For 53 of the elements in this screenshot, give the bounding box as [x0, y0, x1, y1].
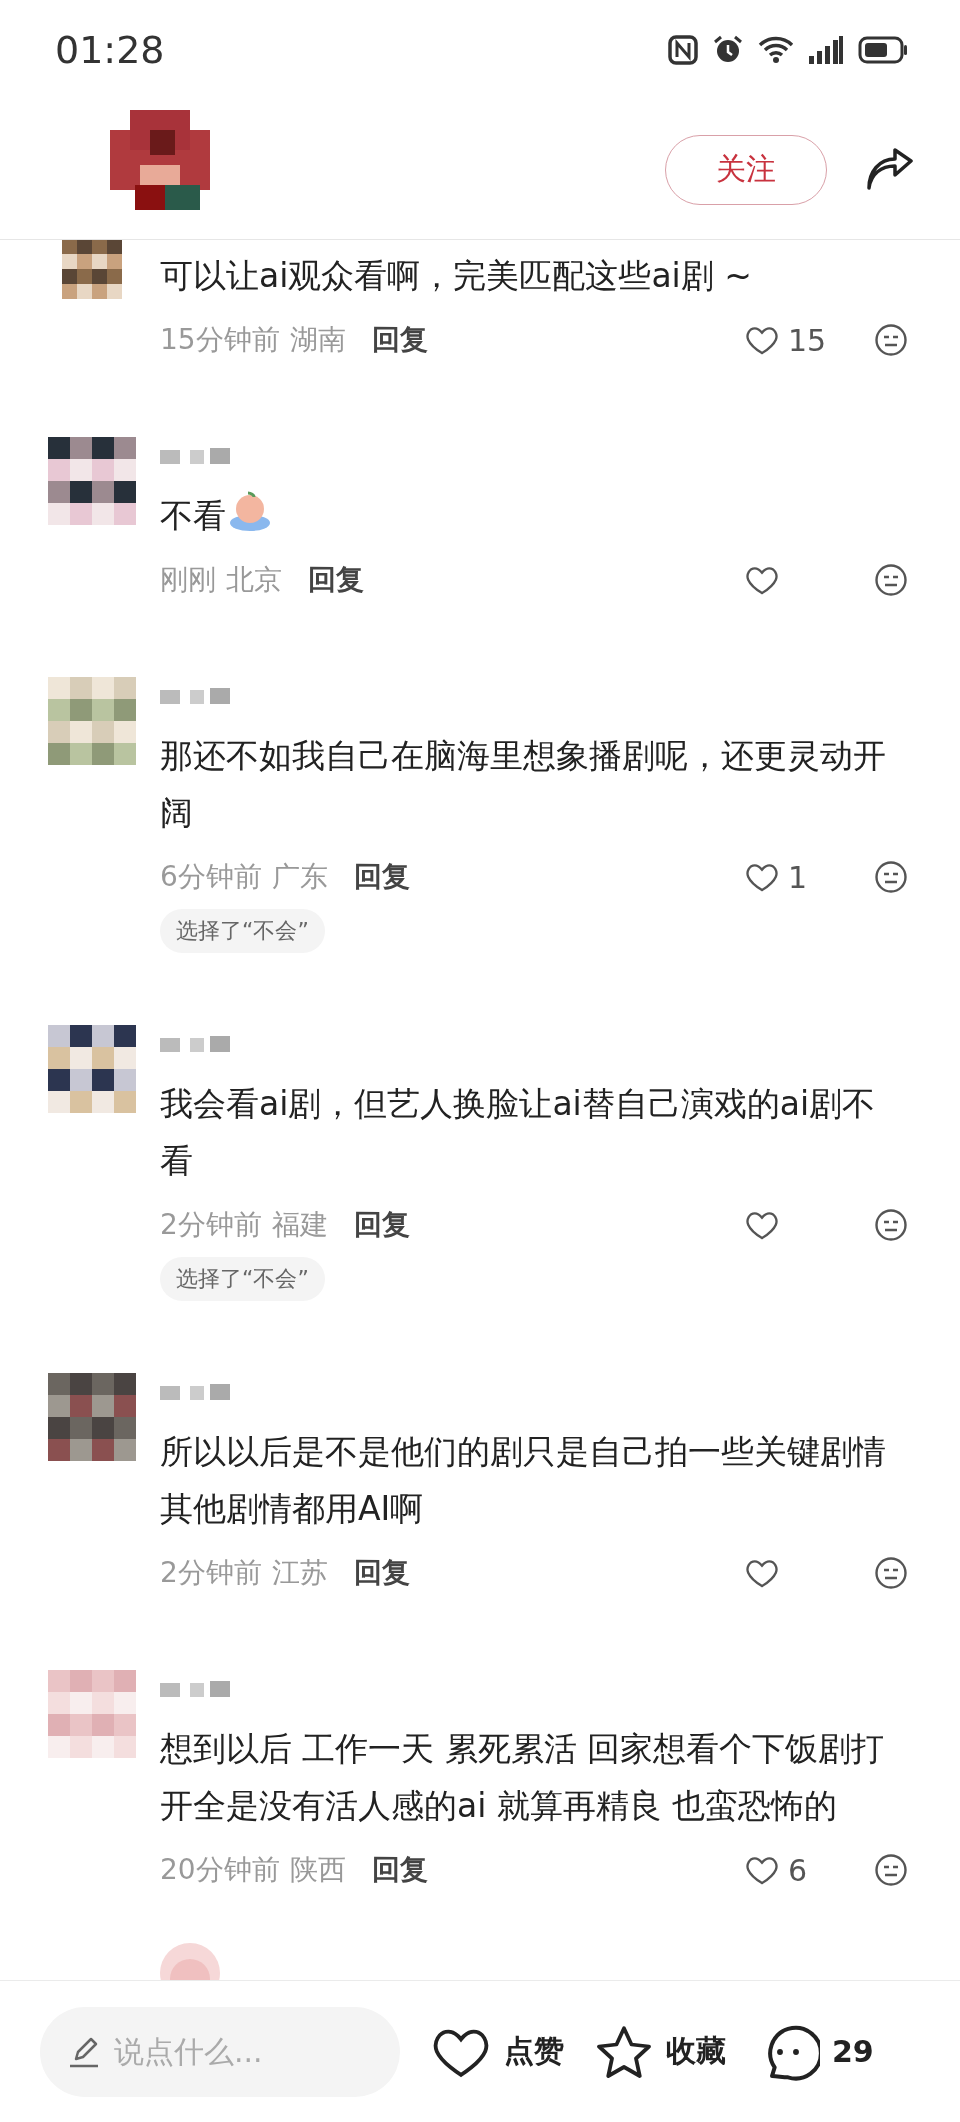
comment-time: 6分钟前: [160, 859, 262, 895]
comment-text: 不看: [160, 496, 226, 535]
reply-link[interactable]: 回复: [308, 561, 364, 599]
comment-text: 可以让ai观众看啊，完美匹配这些ai剧 ~: [160, 256, 752, 295]
neutral-face-icon[interactable]: [874, 1208, 908, 1242]
comment-text: 所以以后是不是他们的剧只是自己拍一些关键剧情其他剧情都用AI啊: [160, 1432, 886, 1528]
reply-link[interactable]: 回复: [371, 321, 428, 359]
comment-time: 2分钟前: [160, 1207, 262, 1243]
comment-region: 福建: [271, 1207, 328, 1243]
comment-region: 湖南: [289, 322, 346, 358]
neutral-face-icon[interactable]: [874, 860, 908, 894]
neutral-face-icon[interactable]: [874, 323, 908, 357]
comment-region: 江苏: [271, 1555, 328, 1591]
comment-region: 陕西: [289, 1852, 346, 1888]
comment-region: 北京: [226, 562, 282, 598]
like-icon[interactable]: [744, 861, 780, 893]
reply-link[interactable]: 回复: [353, 1554, 410, 1592]
sticker-icon: [228, 489, 272, 533]
reply-link[interactable]: 回复: [371, 1851, 428, 1889]
like-count: 6: [788, 1852, 808, 1888]
comment-text: 想到以后 工作一天 累死累活 回家想看个下饭剧打开全是没有活人感的ai 就算再精良 也蛮恐怖的: [160, 1729, 885, 1825]
status-time: 01:28: [55, 28, 165, 72]
reply-link[interactable]: 回复: [353, 1206, 410, 1244]
like-count: 15: [788, 322, 827, 358]
comments-button[interactable]: 29: [756, 2019, 874, 2084]
like-icon[interactable]: [744, 1557, 780, 1589]
comment-time: 20分钟前: [160, 1852, 280, 1888]
nfc-icon: [668, 35, 698, 65]
follow-button[interactable]: 关注: [665, 134, 827, 205]
vote-tag: 选择了“不会”: [160, 909, 325, 953]
comment-text: 我会看ai剧，但艺人换脸让ai替自己演戏的ai剧不看: [160, 1084, 876, 1180]
neutral-face-icon[interactable]: [874, 1556, 908, 1590]
comment-input[interactable]: 说点什么...: [40, 2006, 400, 2097]
reply-link[interactable]: 回复: [353, 858, 410, 896]
vote-tag: 选择了“不会”: [160, 1257, 325, 1301]
comment-region: 广东: [271, 859, 328, 895]
battery-icon: [858, 36, 908, 64]
neutral-face-icon[interactable]: [874, 1853, 908, 1887]
like-button[interactable]: 点赞: [430, 2023, 564, 2080]
share-icon[interactable]: [865, 147, 915, 192]
comment-time: 刚刚: [160, 562, 216, 598]
like-icon[interactable]: [744, 324, 780, 356]
comment-text: 那还不如我自己在脑海里想象播剧呢，还更灵动开阔: [160, 736, 886, 832]
favorite-button[interactable]: 收藏: [594, 2022, 726, 2081]
wifi-icon: [758, 35, 794, 65]
signal-icon: [808, 36, 844, 64]
like-icon[interactable]: [744, 564, 780, 596]
comment-time: 2分钟前: [160, 1555, 262, 1591]
like-count: 1: [788, 859, 808, 895]
comment-time: 15分钟前: [160, 322, 280, 358]
like-icon[interactable]: [744, 1854, 780, 1886]
neutral-face-icon[interactable]: [874, 563, 908, 597]
like-icon[interactable]: [744, 1209, 780, 1241]
